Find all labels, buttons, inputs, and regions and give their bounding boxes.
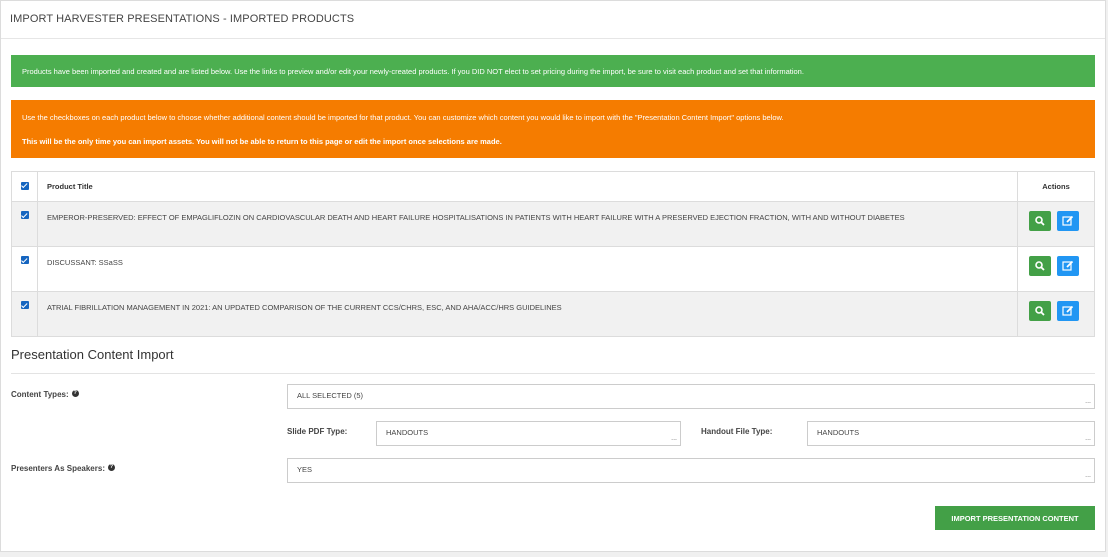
section-divider xyxy=(11,373,1095,374)
handout-file-label: Handout File Type: xyxy=(701,427,773,436)
row-actions-cell xyxy=(1017,246,1095,292)
slide-pdf-select[interactable]: HANDOUTS ... xyxy=(376,421,681,446)
edit-icon xyxy=(1062,260,1074,271)
warning-alert: Use the checkboxes on each product below… xyxy=(11,100,1095,158)
success-alert: Products have been imported and created … xyxy=(11,55,1095,87)
row-checkbox[interactable] xyxy=(21,211,29,219)
help-icon[interactable]: ? xyxy=(107,464,115,472)
product-title: DISCUSSANT: SSaSS xyxy=(47,258,123,267)
main-panel: IMPORT HARVESTER PRESENTATIONS - IMPORTE… xyxy=(0,0,1106,552)
search-icon xyxy=(1035,261,1045,271)
table-row: DISCUSSANT: SSaSS xyxy=(11,246,1095,292)
import-content-button[interactable]: IMPORT PRESENTATION CONTENT xyxy=(935,506,1095,530)
panel-heading: IMPORT HARVESTER PRESENTATIONS - IMPORTE… xyxy=(1,1,1105,39)
help-icon[interactable]: ? xyxy=(71,390,79,398)
preview-button[interactable] xyxy=(1029,211,1051,231)
page-title: IMPORT HARVESTER PRESENTATIONS - IMPORTE… xyxy=(10,13,355,25)
content-types-label: Content Types:? xyxy=(11,390,79,399)
table-header-row: Product Title Actions xyxy=(11,171,1095,202)
handout-file-select[interactable]: HANDOUTS ... xyxy=(807,421,1095,446)
products-table: Product Title Actions EMPEROR-PRESERVED:… xyxy=(11,171,1095,337)
edit-icon xyxy=(1062,215,1074,226)
success-alert-text: Products have been imported and created … xyxy=(22,67,804,76)
edit-button[interactable] xyxy=(1057,256,1079,276)
slide-pdf-label: Slide PDF Type: xyxy=(287,427,348,436)
product-title: ATRIAL FIBRILLATION MANAGEMENT IN 2021: … xyxy=(47,303,562,312)
search-icon xyxy=(1035,216,1045,226)
edit-button[interactable] xyxy=(1057,211,1079,231)
presenters-select[interactable]: YES ... xyxy=(287,458,1095,483)
row-checkbox[interactable] xyxy=(21,301,29,309)
row-title-cell: DISCUSSANT: SSaSS xyxy=(37,246,1018,292)
product-title: EMPEROR-PRESERVED: EFFECT OF EMPAGLIFLOZ… xyxy=(47,213,905,222)
presenters-label: Presenters As Speakers:? xyxy=(11,464,115,473)
row-actions-cell xyxy=(1017,201,1095,247)
select-all-cell xyxy=(11,171,38,202)
warning-alert-text: Use the checkboxes on each product below… xyxy=(22,113,784,122)
content-types-select[interactable]: ALL SELECTED (5) ... xyxy=(287,384,1095,409)
row-title-cell: ATRIAL FIBRILLATION MANAGEMENT IN 2021: … xyxy=(37,291,1018,337)
preview-button[interactable] xyxy=(1029,301,1051,321)
warning-alert-emphasis: This will be the only time you can impor… xyxy=(22,137,502,146)
row-checkbox-cell xyxy=(11,201,38,247)
table-row: EMPEROR-PRESERVED: EFFECT OF EMPAGLIFLOZ… xyxy=(11,201,1095,247)
row-checkbox[interactable] xyxy=(21,256,29,264)
product-title-header: Product Title xyxy=(37,171,1018,202)
row-title-cell: EMPEROR-PRESERVED: EFFECT OF EMPAGLIFLOZ… xyxy=(37,201,1018,247)
row-actions-cell xyxy=(1017,291,1095,337)
search-icon xyxy=(1035,306,1045,316)
table-row: ATRIAL FIBRILLATION MANAGEMENT IN 2021: … xyxy=(11,291,1095,337)
row-checkbox-cell xyxy=(11,291,38,337)
content-import-title: Presentation Content Import xyxy=(11,347,174,362)
actions-header: Actions xyxy=(1017,171,1095,202)
edit-icon xyxy=(1062,305,1074,316)
edit-button[interactable] xyxy=(1057,301,1079,321)
preview-button[interactable] xyxy=(1029,256,1051,276)
row-checkbox-cell xyxy=(11,246,38,292)
select-all-checkbox[interactable] xyxy=(21,181,29,190)
